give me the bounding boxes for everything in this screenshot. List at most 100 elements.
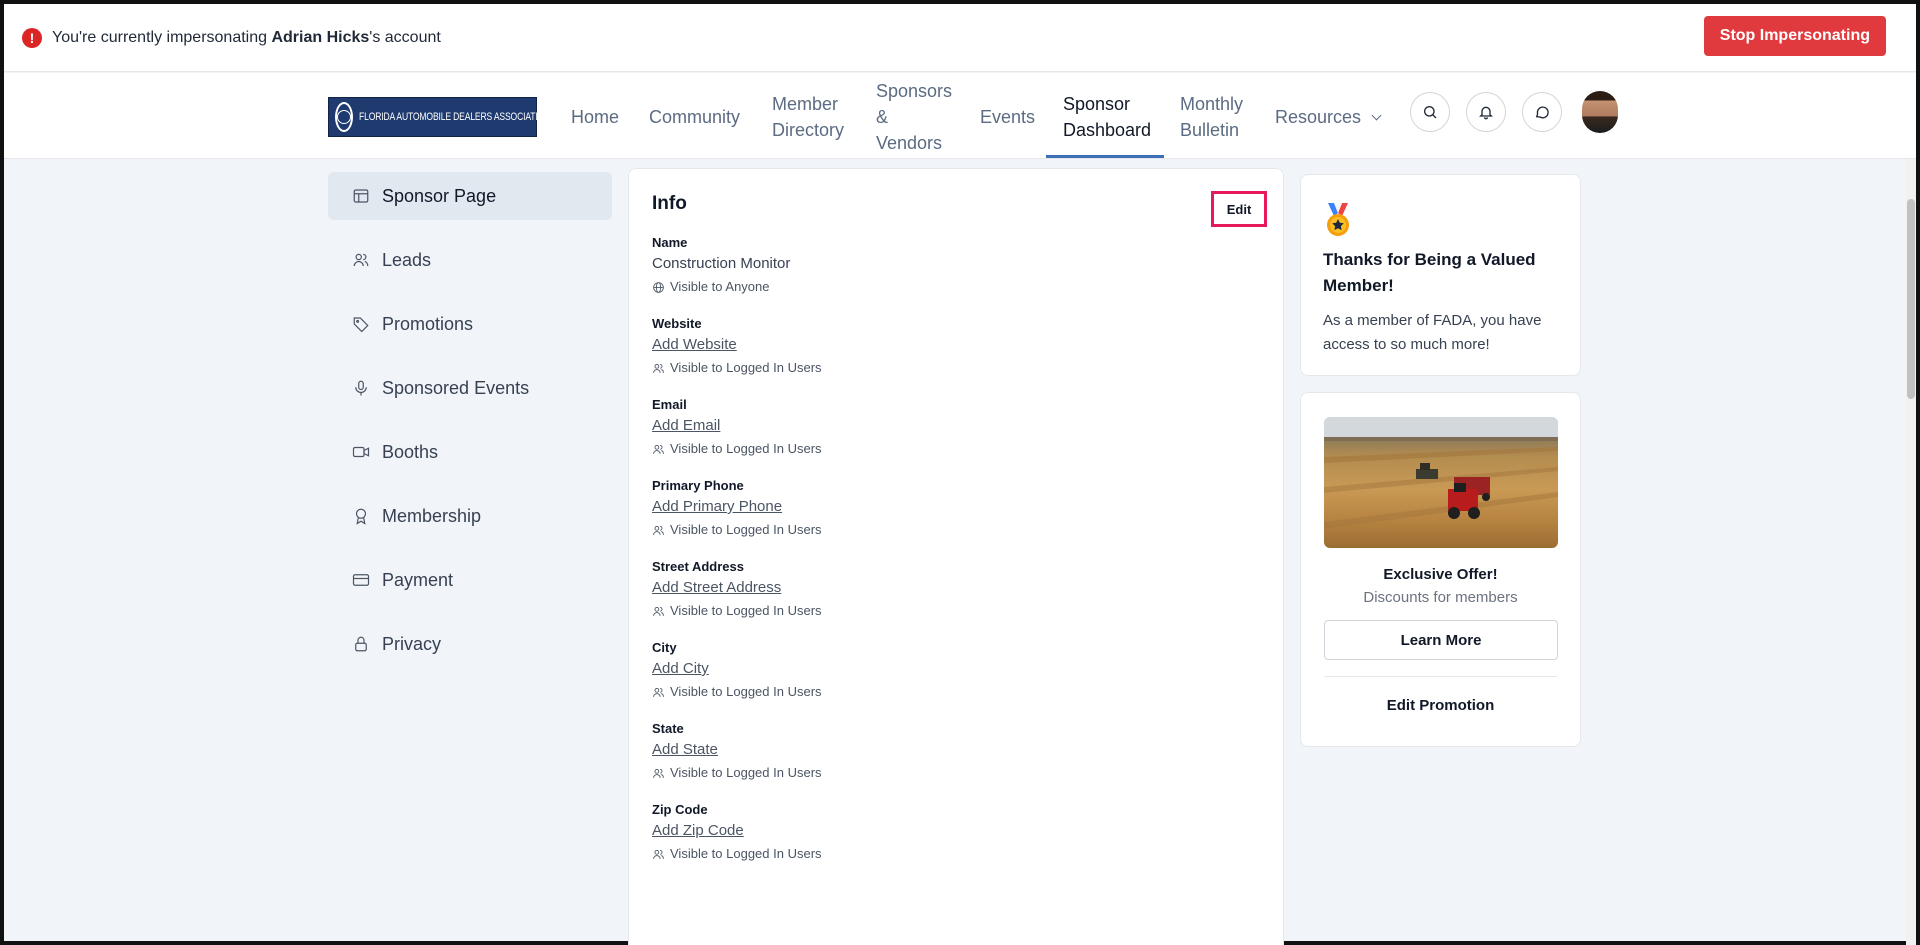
member-card-text: As a member of FADA, you have access to … — [1323, 312, 1542, 353]
edit-promotion-button[interactable]: Edit Promotion — [1324, 697, 1557, 714]
microphone-icon — [355, 380, 367, 396]
field-label: Name — [652, 235, 688, 250]
add-zip-code-link[interactable]: Add Zip Code — [652, 820, 744, 842]
visibility-indicator: Visible to Logged In Users — [652, 845, 1260, 863]
logo-seal-icon — [335, 102, 353, 132]
impersonation-message: You're currently impersonating Adrian Hi… — [52, 29, 441, 47]
add-primary-phone-link[interactable]: Add Primary Phone — [652, 496, 782, 518]
visibility-indicator: Visible to Logged In Users — [652, 440, 1260, 458]
visibility-text: Visible to Logged In Users — [670, 765, 822, 780]
users-icon — [653, 768, 664, 778]
field-label: Street Address — [652, 559, 744, 574]
add-street-address-link[interactable]: Add Street Address — [652, 577, 781, 599]
promotion-title: Exclusive Offer! — [1383, 566, 1498, 583]
credit-card-icon — [352, 574, 370, 586]
impersonation-banner: ! You're currently impersonating Adrian … — [4, 4, 1916, 72]
scrollbar-thumb[interactable] — [1907, 199, 1915, 399]
sidebar-item-label: Booths — [382, 441, 439, 462]
nav-home[interactable]: Home — [571, 104, 619, 130]
stop-impersonating-button[interactable]: Stop Impersonating — [1703, 16, 1886, 56]
nav-events[interactable]: Events — [980, 104, 1035, 130]
sidebar-item-label: Promotions — [382, 313, 474, 334]
users-icon — [653, 606, 664, 616]
field-label: Email — [652, 397, 687, 412]
nav-dashboard-line1: Sponsor — [1063, 94, 1131, 114]
info-title: Info — [652, 193, 687, 214]
divider — [1324, 676, 1557, 677]
nav-resources-label: Resources — [1275, 107, 1362, 127]
sidebar-item-sponsor-page[interactable]: Sponsor Page — [328, 172, 612, 220]
tag-icon — [353, 317, 369, 333]
field-label: Zip Code — [652, 802, 708, 817]
field-label: State — [652, 721, 684, 736]
sidebar-item-label: Sponsor Page — [382, 185, 497, 206]
medal-icon — [1323, 203, 1353, 237]
user-avatar[interactable] — [1582, 91, 1618, 133]
sidebar-item-booths[interactable]: Booths — [328, 428, 612, 476]
lock-icon — [355, 636, 367, 652]
sidebar-item-label: Sponsored Events — [382, 377, 530, 398]
add-city-link[interactable]: Add City — [652, 658, 709, 680]
search-icon — [1424, 106, 1437, 119]
sidebar-item-membership[interactable]: Membership — [328, 492, 612, 540]
impersonated-user: Adrian Hicks — [271, 28, 370, 46]
nav-resources[interactable]: Resources — [1275, 104, 1382, 130]
nav-sponsor-dashboard[interactable]: Sponsor Dashboard — [1063, 91, 1151, 143]
nav-sponsors-line1: Sponsors — [876, 81, 953, 101]
users-icon — [653, 687, 664, 697]
users-icon — [653, 525, 664, 535]
award-icon — [355, 508, 367, 525]
promotion-card: Exclusive Offer! Discounts for members L… — [1300, 392, 1581, 747]
add-state-link[interactable]: Add State — [652, 739, 718, 761]
sidebar-item-label: Leads — [382, 249, 432, 270]
field-state: State Add State Visible to Logged In Use… — [652, 721, 1260, 782]
nav-monthly-bulletin[interactable]: Monthly Bulletin — [1180, 91, 1243, 143]
nav-member-directory-line1: Member — [772, 94, 839, 114]
field-email: Email Add Email Visible to Logged In Use… — [652, 397, 1260, 458]
nav-sponsors-vendors[interactable]: Sponsors & Vendors — [876, 78, 952, 156]
nav-member-directory[interactable]: Member Directory — [772, 91, 844, 143]
nav-bulletin-line1: Monthly — [1180, 94, 1244, 114]
info-card: Info Edit Name Construction Monitor Visi… — [628, 168, 1284, 945]
learn-more-button[interactable]: Learn More — [1324, 620, 1558, 660]
edit-button[interactable]: Edit — [1211, 191, 1267, 227]
field-label: City — [652, 640, 677, 655]
valued-member-card: Thanks for Being a Valued Member! As a m… — [1300, 174, 1581, 376]
messages-button[interactable] — [1522, 92, 1562, 132]
sidebar-item-privacy[interactable]: Privacy — [328, 620, 612, 668]
sidebar-item-leads[interactable]: Leads — [328, 236, 612, 284]
sidebar-item-label: Membership — [382, 505, 482, 526]
page-scrollbar[interactable] — [1906, 159, 1916, 945]
nav-community[interactable]: Community — [649, 104, 740, 130]
add-email-link[interactable]: Add Email — [652, 415, 720, 437]
alert-icon: ! — [22, 27, 42, 48]
visibility-indicator: Visible to Logged In Users — [652, 359, 1260, 377]
visibility-indicator: Visible to Logged In Users — [652, 683, 1260, 701]
promotion-subtitle: Discounts for members — [1363, 589, 1518, 606]
visibility-text: Visible to Logged In Users — [670, 360, 822, 375]
nav-member-directory-line2: Directory — [772, 120, 845, 140]
visibility-text: Visible to Logged In Users — [670, 684, 822, 699]
nav-sponsors-line3: Vendors — [876, 133, 943, 153]
sidebar-item-promotions[interactable]: Promotions — [328, 300, 612, 348]
sidebar-item-label: Payment — [382, 569, 454, 590]
nav-bulletin-line2: Bulletin — [1180, 120, 1240, 140]
logo-text: FLORIDA AUTOMOBILE DEALERS ASSOCIATION — [359, 111, 551, 123]
users-icon — [353, 253, 369, 267]
fada-logo[interactable]: FLORIDA AUTOMOBILE DEALERS ASSOCIATION — [328, 97, 550, 137]
users-icon — [653, 363, 664, 373]
add-website-link[interactable]: Add Website — [652, 334, 737, 356]
globe-icon — [653, 281, 664, 293]
sidebar-item-sponsored-events[interactable]: Sponsored Events — [328, 364, 612, 412]
search-button[interactable] — [1410, 92, 1450, 132]
notifications-button[interactable] — [1466, 92, 1506, 132]
sidebar-item-payment[interactable]: Payment — [328, 556, 612, 604]
visibility-indicator: Visible to Anyone — [652, 278, 1260, 296]
active-tab-indicator — [1046, 155, 1164, 158]
visibility-text: Visible to Logged In Users — [670, 846, 822, 861]
member-card-title: Thanks for Being a Valued Member! — [1323, 250, 1536, 295]
field-website: Website Add Website Visible to Logged In… — [652, 316, 1260, 377]
users-icon — [653, 849, 664, 859]
impersonation-prefix: You're currently impersonating — [52, 28, 272, 46]
visibility-text: Visible to Logged In Users — [670, 603, 822, 618]
